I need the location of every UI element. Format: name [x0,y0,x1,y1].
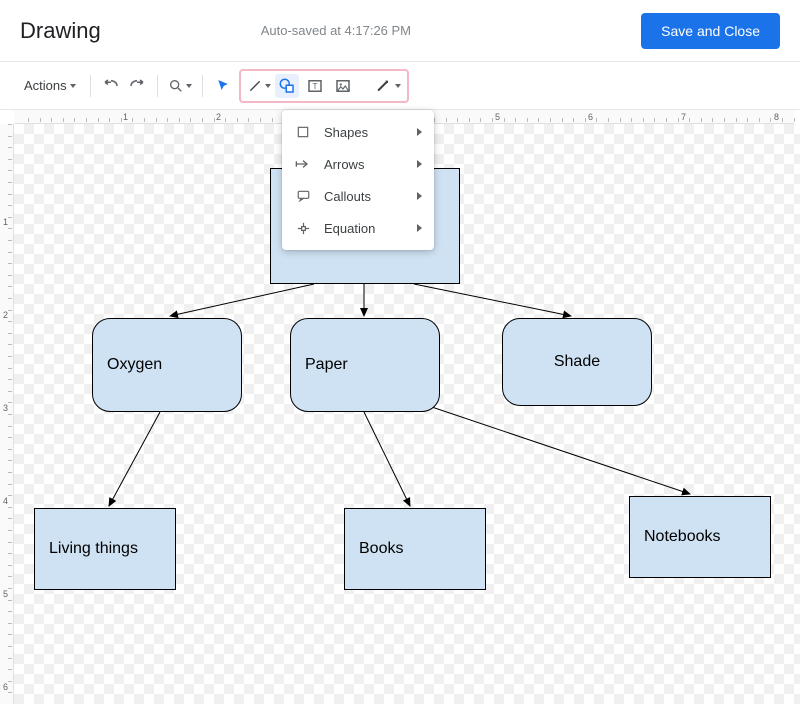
callouts-icon [294,188,312,204]
separator [202,75,203,97]
page-title: Drawing [20,18,101,44]
dialog-header: Drawing Auto-saved at 4:17:26 PM Save an… [0,0,800,62]
vertical-ruler: 1 2 3 4 5 6 [0,124,14,704]
chevron-right-icon [417,160,422,168]
chevron-right-icon [417,192,422,200]
shape-notebooks[interactable]: Notebooks [629,496,771,578]
equation-icon [294,220,312,236]
shapes-dropdown-menu: Shapes Arrows Callouts Equation [282,110,434,250]
menu-item-equation[interactable]: Equation [282,212,434,244]
shape-oxygen[interactable]: Oxygen [92,318,242,412]
caret-down-icon [395,84,401,88]
redo-button[interactable] [125,74,149,98]
caret-down-icon [186,84,192,88]
arrows-icon [294,156,312,172]
line-tool-button[interactable] [247,74,271,98]
chevron-right-icon [417,224,422,232]
shape-shade[interactable]: Shade [502,318,652,406]
save-and-close-button[interactable]: Save and Close [641,13,780,49]
shape-paper[interactable]: Paper [290,318,440,412]
select-tool-button[interactable] [211,74,235,98]
textbox-tool-button[interactable]: T [303,74,327,98]
autosave-status: Auto-saved at 4:17:26 PM [261,23,411,38]
zoom-button[interactable] [166,74,194,98]
shape-books[interactable]: Books [344,508,486,590]
menu-item-callouts[interactable]: Callouts [282,180,434,212]
shape-tool-button[interactable] [275,74,299,98]
line-style-button[interactable] [375,74,401,98]
separator [90,75,91,97]
menu-item-arrows[interactable]: Arrows [282,148,434,180]
shape-living-things[interactable]: Living things [34,508,176,590]
menu-item-shapes[interactable]: Shapes [282,116,434,148]
undo-button[interactable] [99,74,123,98]
actions-menu-button[interactable]: Actions [18,74,82,97]
toolbar: Actions T [0,62,800,110]
svg-text:T: T [312,82,317,91]
caret-down-icon [265,84,271,88]
actions-label: Actions [24,78,67,93]
shape-tools-group: T [239,69,409,103]
image-tool-button[interactable] [331,74,355,98]
caret-down-icon [70,84,76,88]
chevron-right-icon [417,128,422,136]
shapes-icon [294,124,312,140]
separator [157,75,158,97]
